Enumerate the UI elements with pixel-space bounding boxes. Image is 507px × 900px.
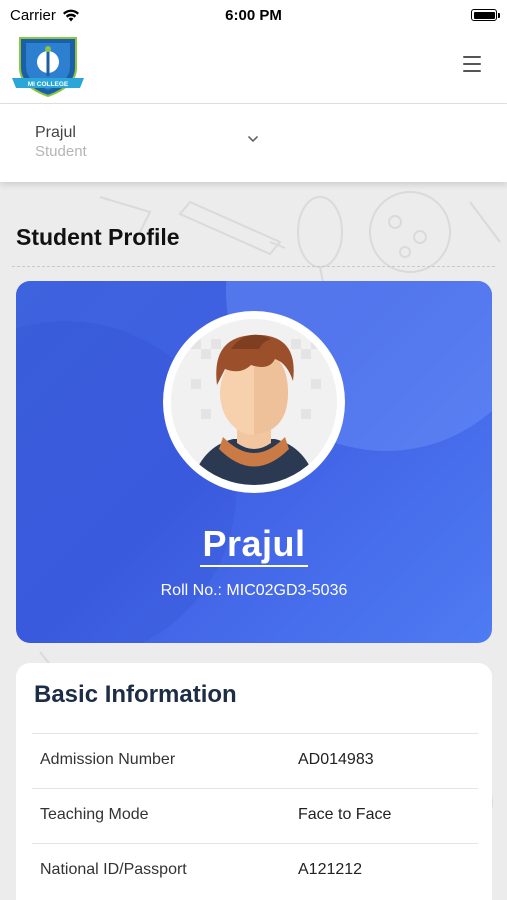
info-row-teaching-mode: Teaching Mode Face to Face xyxy=(32,788,478,843)
title-divider xyxy=(12,266,495,267)
profile-card: Prajul Roll No.: MIC02GD3-5036 xyxy=(16,281,492,643)
info-value: Face to Face xyxy=(298,806,392,823)
name-underline xyxy=(200,565,308,567)
info-value: A121212 xyxy=(298,861,363,878)
info-row-national-id: National ID/Passport A121212 xyxy=(32,843,478,898)
user-name: Prajul xyxy=(35,124,76,141)
info-label: National ID/Passport xyxy=(40,861,187,878)
app-screen: Carrier 6:00 PM MI COLLEGE Prajul Studen… xyxy=(0,0,507,900)
basic-info-card: Basic Information Admission Number AD014… xyxy=(16,663,492,900)
info-label: Teaching Mode xyxy=(40,806,149,823)
hamburger-menu-icon[interactable] xyxy=(463,56,481,72)
profile-name[interactable]: Prajul xyxy=(16,523,492,565)
chevron-down-icon[interactable] xyxy=(246,134,260,144)
page-title: Student Profile xyxy=(16,224,180,250)
status-time: 6:00 PM xyxy=(225,6,282,24)
college-logo: MI COLLEGE xyxy=(12,37,84,98)
status-bar: Carrier 6:00 PM xyxy=(0,0,507,30)
roll-number: Roll No.: MIC02GD3-5036 xyxy=(160,582,348,599)
avatar-frame xyxy=(163,311,345,493)
status-left: Carrier xyxy=(10,7,80,24)
info-value: AD014983 xyxy=(298,751,374,768)
app-header: MI COLLEGE xyxy=(0,30,507,104)
logo-text: MI COLLEGE xyxy=(28,81,69,88)
user-role: Student xyxy=(35,143,87,160)
wifi-icon xyxy=(62,9,79,21)
info-row-admission: Admission Number AD014983 xyxy=(32,733,478,788)
carrier-label: Carrier xyxy=(10,6,56,24)
basic-info-title: Basic Information xyxy=(34,681,237,708)
avatar xyxy=(171,319,337,485)
battery-icon xyxy=(471,9,500,21)
info-label: Admission Number xyxy=(40,751,176,768)
